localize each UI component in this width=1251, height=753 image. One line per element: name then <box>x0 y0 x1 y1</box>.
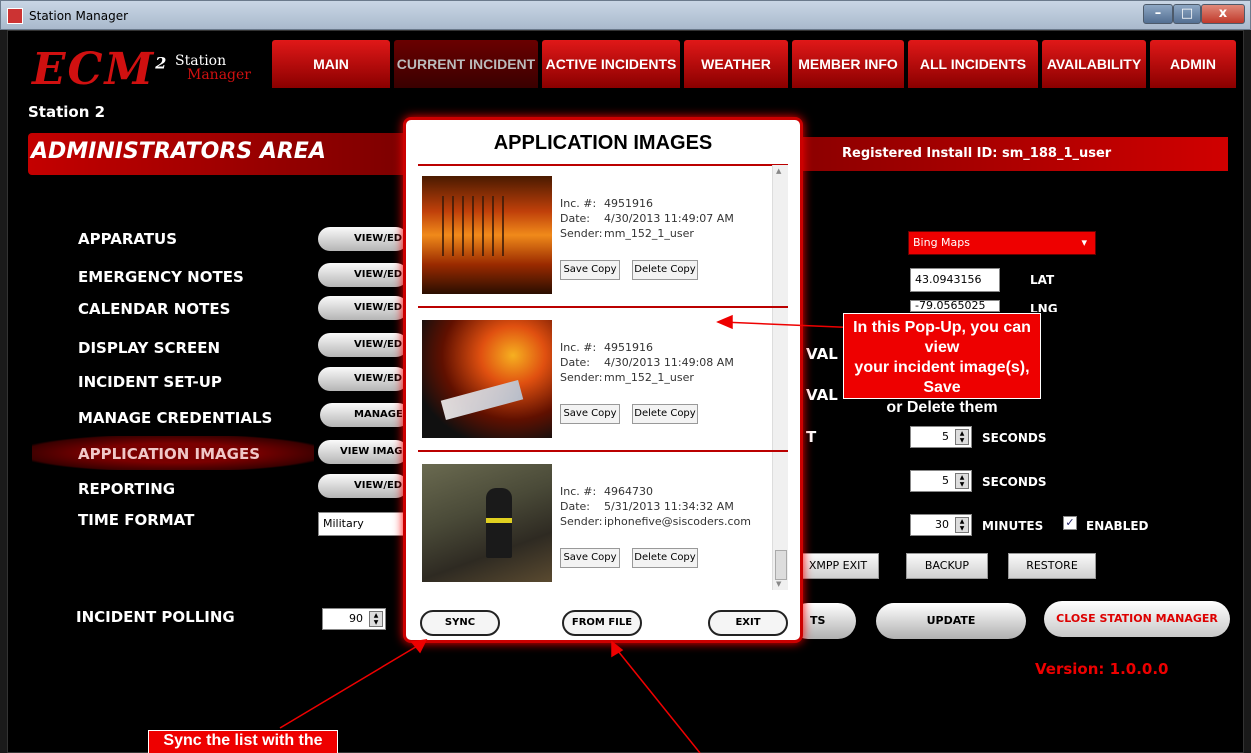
sync-callout: Sync the list with the <box>148 730 338 753</box>
popup-callout-line-3: or Delete them <box>886 399 998 416</box>
callout-arrow-from-file <box>613 645 701 753</box>
callout-arrows <box>279 314 863 753</box>
callout-arrow-popup <box>721 321 863 329</box>
popup-callout-line-2: your incident image(s), Save <box>854 359 1030 396</box>
popup-callout: In this Pop-Up, you can view your incide… <box>843 313 1041 416</box>
arrowhead-icon <box>716 314 733 330</box>
popup-callout-line-1: In this Pop-Up, you can view <box>853 319 1031 356</box>
arrowhead-icon <box>410 639 428 654</box>
callout-arrow-sync <box>279 641 425 729</box>
